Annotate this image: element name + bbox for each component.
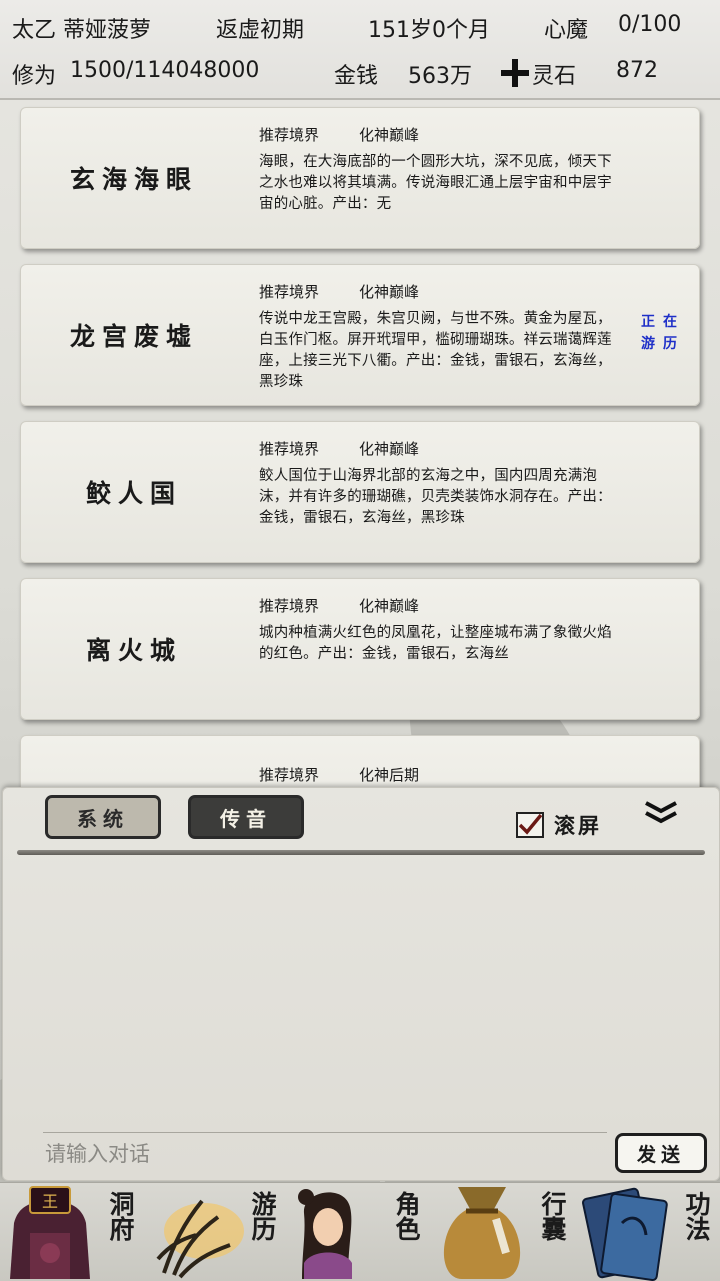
- auto-scroll-label: 滚屏: [554, 813, 602, 838]
- recommend-label: 推荐境界: [259, 283, 320, 301]
- location-description: 鲛人国位于山海界北部的玄海之中，国内四周充满泡沫，并有许多的珊瑚礁，贝壳类装饰水…: [259, 468, 612, 526]
- cultivation-value: 1500/114048000: [70, 58, 260, 83]
- travel-icon: [156, 1199, 244, 1279]
- recommend-realm: 化神巅峰: [359, 283, 420, 301]
- tab-whisper[interactable]: 传音: [188, 795, 304, 839]
- location-description: 城内种植满火红色的凤凰花，让整座城布满了象徵火焰的红色。产出：金钱，雷银石，玄海…: [259, 625, 612, 662]
- location-description: 传说中龙王宫殿，朱宫贝阙，与世不殊。黄金为屋瓦，白玉作门枢。屏开玳瑁甲，槛砌珊瑚…: [259, 311, 612, 390]
- location-card-lihuo-city[interactable]: 离火城 推荐境界 化神巅峰 城内种植满火红色的凤凰花，让整座城布满了象徵火焰的红…: [20, 578, 700, 720]
- cave-mansion-icon: 王: [10, 1186, 90, 1279]
- nav-bag[interactable]: 行囊: [432, 1183, 576, 1281]
- location-card-xuanhai-eye[interactable]: 玄海海眼 推荐境界 化神巅峰 海眼，在大海底部的一个圆形大坑，深不见底，倾天下之…: [20, 107, 700, 249]
- traveling-status-badge: 正在游历: [641, 314, 685, 352]
- money-label: 金钱: [334, 64, 379, 89]
- heart-demon-label: 心魔: [544, 18, 589, 43]
- recommend-label: 推荐境界: [259, 766, 320, 784]
- realm-text: 返虚初期: [216, 18, 305, 43]
- spirit-stone-icon: [500, 58, 530, 94]
- send-button[interactable]: 发送: [615, 1133, 707, 1173]
- recommend-label: 推荐境界: [259, 597, 320, 615]
- nav-label-bag: 行囊: [538, 1191, 567, 1241]
- location-name: 玄海海眼: [69, 165, 198, 194]
- nav-cave-mansion[interactable]: 王 洞府: [0, 1183, 144, 1281]
- recommend-label: 推荐境界: [259, 440, 320, 458]
- spirit-stone-value: 872: [616, 58, 658, 83]
- location-card-dragon-palace-ruins[interactable]: 龙宫废墟 推荐境界 化神巅峰 传说中龙王宫殿，朱宫贝阙，与世不殊。黄金为屋瓦，白…: [20, 264, 700, 406]
- chat-divider: [17, 850, 705, 855]
- collapse-chevron-icon[interactable]: [643, 800, 679, 830]
- status-header: 太乙 蒂娅菠萝 返虚初期 151岁0个月 心魔 0/100 修为 1500/11…: [0, 0, 720, 100]
- money-value: 563万: [408, 64, 472, 89]
- nav-character[interactable]: 角色: [288, 1183, 432, 1281]
- recommend-realm: 化神巅峰: [359, 126, 420, 144]
- auto-scroll-checkbox[interactable]: [516, 812, 544, 838]
- cultivation-label: 修为: [12, 64, 57, 89]
- nav-technique[interactable]: 功法: [576, 1183, 720, 1281]
- location-name: 离火城: [85, 636, 182, 665]
- recommend-realm: 化神后期: [359, 766, 420, 784]
- location-name: 鲛人国: [85, 479, 182, 508]
- nav-label-technique: 功法: [682, 1191, 711, 1241]
- location-name: 龙宫废墟: [69, 322, 198, 351]
- nav-label-character: 角色: [392, 1191, 421, 1241]
- nav-label-travel: 游历: [248, 1191, 277, 1241]
- spirit-stone-label: 灵石: [532, 64, 577, 89]
- bag-icon: [443, 1187, 521, 1279]
- character-name: 太乙 蒂娅菠萝: [12, 18, 151, 43]
- recommend-label: 推荐境界: [259, 126, 320, 144]
- technique-book-icon: [582, 1187, 668, 1281]
- nav-label-cave-mansion: 洞府: [106, 1191, 135, 1241]
- location-card-mermaid-kingdom[interactable]: 鲛人国 推荐境界 化神巅峰 鲛人国位于山海界北部的玄海之中，国内四周充满泡沫，并…: [20, 421, 700, 563]
- chat-input[interactable]: [43, 1132, 607, 1175]
- heart-demon-value: 0/100: [618, 12, 682, 37]
- recommend-realm: 化神巅峰: [359, 440, 420, 458]
- location-description: 海眼，在大海底部的一个圆形大坑，深不见底，倾天下之水也难以将其填满。传说海眼汇通…: [259, 154, 612, 212]
- age-text: 151岁0个月: [368, 18, 490, 43]
- recommend-realm: 化神巅峰: [359, 597, 420, 615]
- checkmark-icon: [518, 813, 543, 835]
- chat-message-log[interactable]: [17, 860, 705, 1122]
- svg-text:王: 王: [42, 1192, 58, 1211]
- character-icon: [298, 1189, 352, 1279]
- bottom-nav: 王 洞府 游历 角色 行囊 功法: [0, 1182, 720, 1281]
- chat-panel: 系统 传音 滚屏 发送: [2, 787, 720, 1181]
- tab-system[interactable]: 系统: [45, 795, 161, 839]
- nav-travel[interactable]: 游历: [144, 1183, 288, 1281]
